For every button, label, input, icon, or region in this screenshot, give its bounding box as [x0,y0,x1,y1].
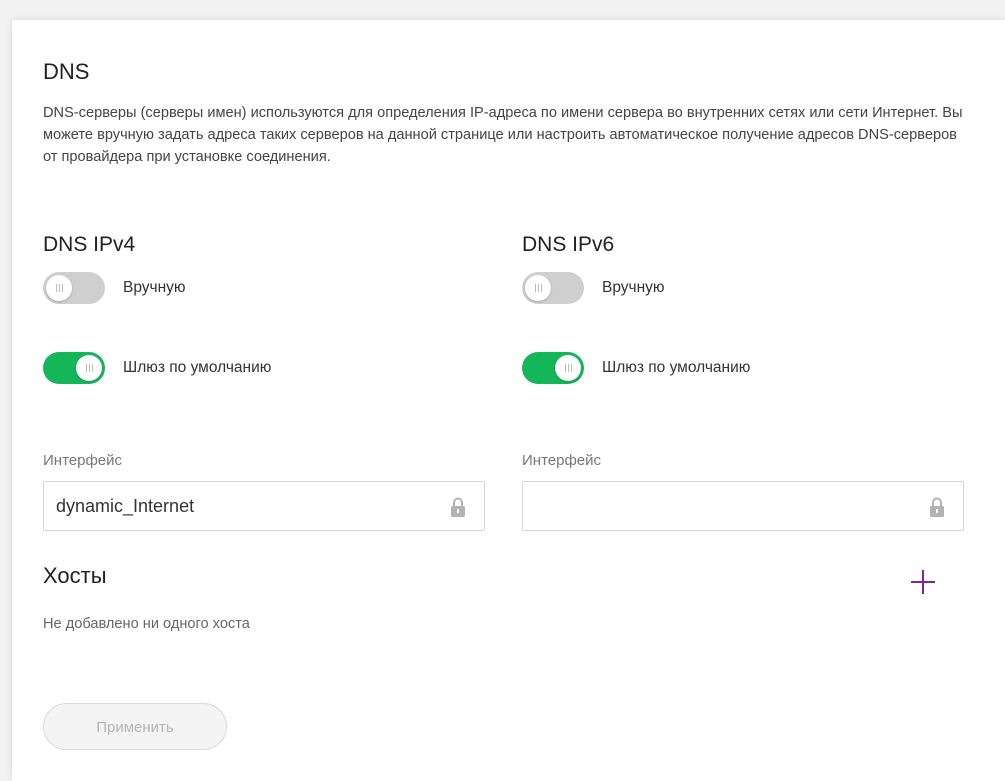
ipv6-manual-label: Вручную [602,279,665,296]
toggle-knob [555,355,581,381]
dns-ipv4-section: DNS IPv4 Вручную Шлюз по умолчанию Интер… [43,230,485,531]
ipv6-manual-toggle[interactable] [522,272,584,304]
toggle-knob [76,355,102,381]
toggle-knob [525,275,551,301]
dns-ipv6-title: DNS IPv6 [522,233,615,256]
ipv4-manual-label: Вручную [123,279,186,296]
ipv4-interface-value: dynamic_Internet [56,496,195,516]
ipv6-interface-label: Интерфейс [522,452,602,469]
dns-ipv6-section: DNS IPv6 Вручную Шлюз по умолчанию Интер… [522,230,964,531]
toggle-knob [46,275,72,301]
lock-icon [930,497,944,517]
lock-icon [451,497,465,517]
apply-button[interactable]: Применить [43,703,227,750]
ipv6-manual-toggle-row[interactable]: Вручную [522,272,665,304]
hosts-empty-text: Не добавлено ни одного хоста [43,616,250,632]
ipv4-manual-toggle-row[interactable]: Вручную [43,272,186,304]
page-title: DNS [43,59,90,84]
ipv4-manual-toggle[interactable] [43,272,105,304]
ipv6-gateway-toggle[interactable] [522,352,584,384]
ipv4-gateway-toggle[interactable] [43,352,105,384]
hosts-title: Хосты [43,563,107,588]
ipv6-interface-field[interactable] [522,481,964,531]
ipv4-gateway-toggle-row[interactable]: Шлюз по умолчанию [43,352,271,384]
ipv6-gateway-label: Шлюз по умолчанию [602,359,751,376]
ipv4-interface-field[interactable]: dynamic_Internet [43,481,485,531]
dns-settings-panel: DNS DNS-серверы (серверы имен) использую… [12,20,1005,781]
dns-ipv4-title: DNS IPv4 [43,233,136,256]
ipv4-interface-label: Интерфейс [43,452,123,469]
page-description: DNS-серверы (серверы имен) используются … [43,105,963,165]
plus-icon[interactable] [909,568,937,596]
ipv6-gateway-toggle-row[interactable]: Шлюз по умолчанию [522,352,750,384]
ipv4-gateway-label: Шлюз по умолчанию [123,359,272,376]
